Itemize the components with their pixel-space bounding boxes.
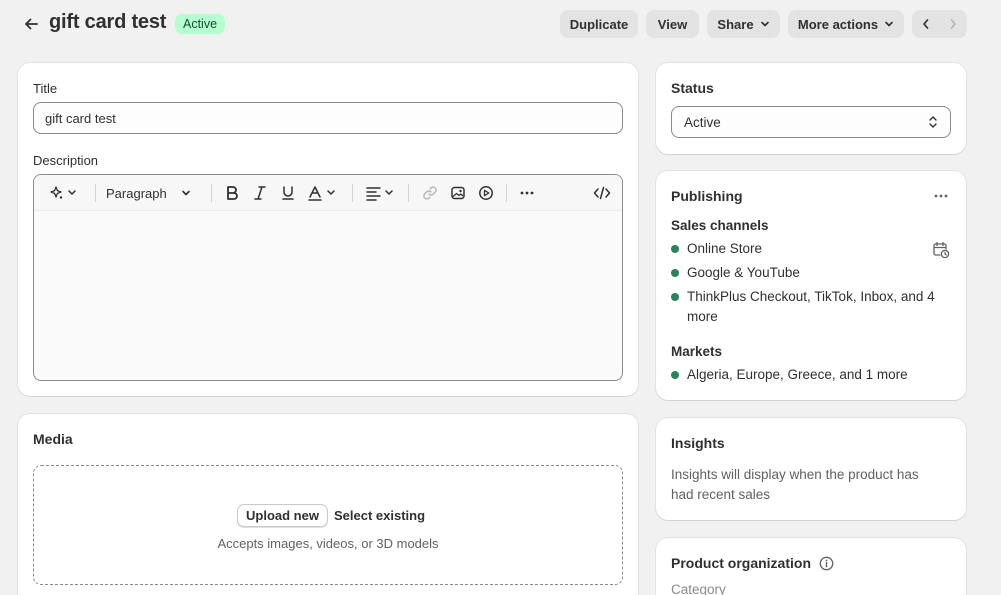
text-color-icon xyxy=(308,186,335,201)
media-title: Media xyxy=(33,431,73,447)
align-button[interactable] xyxy=(364,182,398,204)
sales-channels-label: Sales channels xyxy=(671,218,769,233)
channel-google-youtube: Google & YouTube xyxy=(687,265,800,280)
status-select-value: Active xyxy=(684,114,721,130)
channel-status-dot xyxy=(671,245,679,253)
chevron-down-icon xyxy=(181,190,190,196)
italic-button[interactable] xyxy=(250,182,270,204)
share-button[interactable]: Share xyxy=(707,10,780,38)
page-header: gift card test Active Duplicate View Sha… xyxy=(0,0,1001,48)
align-icon xyxy=(366,187,393,201)
duplicate-button[interactable]: Duplicate xyxy=(560,10,638,38)
more-icon xyxy=(520,191,534,195)
schedule-publish-button[interactable] xyxy=(931,240,951,260)
page-title: gift card test xyxy=(49,11,167,33)
toolbar-divider xyxy=(211,184,212,202)
insert-video-button[interactable] xyxy=(476,182,496,204)
next-product-button[interactable] xyxy=(939,10,966,38)
media-dropzone[interactable] xyxy=(33,465,623,585)
link-button[interactable] xyxy=(420,182,440,204)
view-button[interactable]: View xyxy=(646,10,699,38)
image-icon xyxy=(451,186,465,200)
category-label: Category xyxy=(671,582,726,595)
arrow-left-icon xyxy=(25,18,38,30)
insights-title: Insights xyxy=(671,435,725,451)
insights-text-line-2: had recent sales xyxy=(671,487,771,502)
pagination-group xyxy=(912,10,967,38)
duplicate-label: Duplicate xyxy=(569,16,629,32)
select-existing-link[interactable]: Select existing xyxy=(334,508,425,523)
chevron-down-icon xyxy=(885,21,893,27)
more-actions-button[interactable]: More actions xyxy=(788,10,904,38)
channel-others: ThinkPlus Checkout, TikTok, Inbox, and 4 xyxy=(687,289,935,304)
editor-toolbar: Paragraph xyxy=(34,175,622,211)
magic-button[interactable] xyxy=(44,182,82,204)
share-label: Share xyxy=(717,16,754,32)
previous-product-button[interactable] xyxy=(912,10,939,38)
more-actions-label: More actions xyxy=(797,16,879,32)
status-select[interactable]: Active xyxy=(671,106,951,138)
italic-icon xyxy=(254,186,266,200)
toolbar-divider xyxy=(95,184,96,202)
more-icon xyxy=(934,194,948,198)
product-organization-info-button[interactable] xyxy=(818,555,834,571)
video-icon xyxy=(479,186,493,200)
channel-status-dot xyxy=(671,269,679,277)
toolbar-divider xyxy=(506,184,507,202)
title-label: Title xyxy=(33,81,58,96)
title-input[interactable]: gift card test xyxy=(33,102,623,134)
insights-text-line-1: Insights will display when the product h… xyxy=(671,467,919,482)
underline-button[interactable] xyxy=(278,182,298,204)
channel-others-continued: more xyxy=(687,309,718,324)
calendar-clock-icon xyxy=(933,241,950,259)
description-editor[interactable]: Paragraph xyxy=(33,174,623,381)
publishing-more-button[interactable] xyxy=(930,186,952,206)
insert-image-button[interactable] xyxy=(448,182,468,204)
product-organization-title: Product organization xyxy=(671,555,811,571)
info-icon xyxy=(819,556,833,570)
more-formatting-button[interactable] xyxy=(516,182,538,204)
toolbar-divider xyxy=(408,184,409,202)
channel-status-dot xyxy=(671,293,679,301)
back-button[interactable] xyxy=(20,13,42,35)
publishing-title: Publishing xyxy=(671,188,743,204)
markets-label: Markets xyxy=(671,344,723,359)
bold-button[interactable] xyxy=(222,182,242,204)
status-badge: Active xyxy=(175,14,226,34)
text-color-button[interactable] xyxy=(306,182,340,204)
show-html-button[interactable] xyxy=(591,182,613,204)
chevron-down-icon xyxy=(760,21,769,27)
underline-icon xyxy=(282,186,294,200)
chevron-left-icon xyxy=(922,19,928,29)
paragraph-style-label: Paragraph xyxy=(106,185,167,201)
toolbar-divider xyxy=(352,184,353,202)
markets-list: Algeria, Europe, Greece, and 1 more xyxy=(687,367,908,382)
view-label: View xyxy=(657,16,688,32)
upload-new-button[interactable]: Upload new xyxy=(237,504,328,527)
chevron-right-icon xyxy=(950,19,956,29)
code-icon xyxy=(593,186,611,200)
link-icon xyxy=(423,186,437,200)
title-input-value: gift card test xyxy=(45,110,116,126)
magic-icon xyxy=(50,186,76,199)
description-label: Description xyxy=(33,153,99,168)
channel-online-store: Online Store xyxy=(687,241,763,256)
market-status-dot xyxy=(671,371,679,379)
status-title: Status xyxy=(671,80,714,96)
bold-icon xyxy=(227,186,238,200)
select-chevron-icon xyxy=(929,116,937,128)
media-accepts-text: Accepts images, videos, or 3D models xyxy=(217,536,439,551)
paragraph-style-dropdown[interactable]: Paragraph xyxy=(106,182,198,204)
